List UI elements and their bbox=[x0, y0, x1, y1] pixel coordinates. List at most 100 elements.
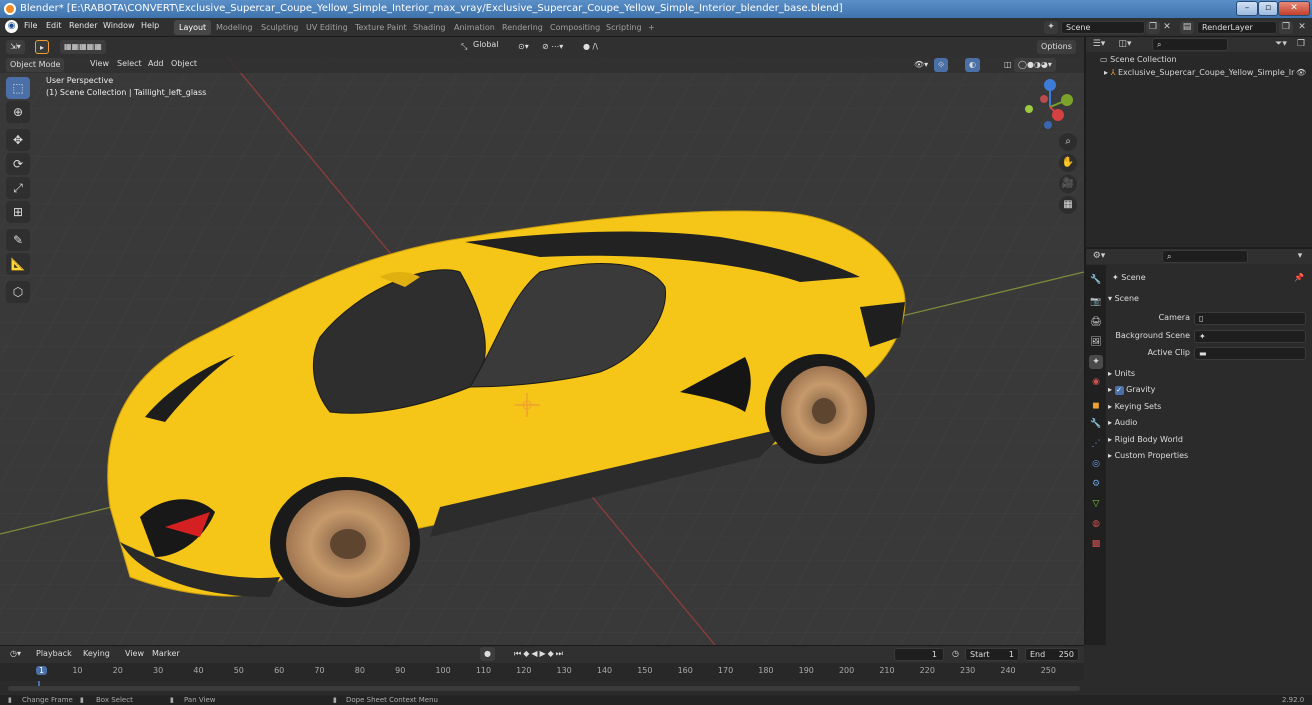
scale-tool[interactable]: ⤢ bbox=[6, 177, 30, 199]
menu-render[interactable]: Render bbox=[69, 21, 97, 30]
options-dropdown[interactable]: Options bbox=[1037, 40, 1076, 54]
renderlayer-browse-icon[interactable]: ▤ bbox=[1180, 21, 1194, 34]
constraints-tab-icon[interactable]: ⚙ bbox=[1089, 477, 1103, 491]
select-box-tool[interactable]: ⬚ bbox=[6, 77, 30, 99]
overlay-toggle-icon[interactable]: ◐ bbox=[965, 58, 980, 72]
orientation-icon[interactable]: ⤡ bbox=[457, 40, 471, 54]
world-tab-icon[interactable]: ◉ bbox=[1089, 375, 1103, 389]
pivot-icon[interactable]: ⊙▾ bbox=[514, 40, 533, 54]
maximize-button[interactable]: ▫ bbox=[1258, 1, 1278, 16]
menu-view[interactable]: View bbox=[90, 59, 109, 68]
properties-options-icon[interactable]: ▾ bbox=[1293, 250, 1307, 263]
background-scene-field[interactable]: ✦ bbox=[1194, 330, 1306, 343]
menu-help[interactable]: Help bbox=[141, 21, 159, 30]
timeline-ruler[interactable]: 1 10 20 30 40 50 60 70 80 90 100 110 120 130 140 150 160… bbox=[0, 663, 1084, 681]
properties-editor-icon[interactable]: ⚙▾ bbox=[1092, 250, 1106, 263]
texture-tab-icon[interactable]: ▩ bbox=[1089, 537, 1103, 551]
timeline-editor-icon[interactable]: ◷▾ bbox=[6, 647, 25, 661]
pin-icon[interactable]: 📌 bbox=[1294, 273, 1304, 282]
tab-sculpting[interactable]: Sculpting bbox=[256, 20, 303, 35]
custom-properties-panel[interactable]: ▸ Custom Properties bbox=[1108, 448, 1308, 463]
units-panel[interactable]: ▸ Units bbox=[1108, 366, 1308, 381]
tool-tab-icon[interactable]: 🔧 bbox=[1089, 273, 1103, 287]
tab-rendering[interactable]: Rendering bbox=[497, 20, 548, 35]
scene-browse-icon[interactable]: ✦ bbox=[1044, 21, 1058, 34]
menu-select[interactable]: Select bbox=[117, 59, 142, 68]
menu-file[interactable]: File bbox=[24, 21, 37, 30]
gizmo-toggle-icon[interactable]: ⟐ bbox=[934, 58, 949, 72]
expand-arrow-icon[interactable]: ▸ bbox=[1104, 68, 1108, 77]
camera-view-icon[interactable]: 🎥 bbox=[1059, 175, 1077, 193]
properties-search-input[interactable]: ⌕ bbox=[1162, 250, 1248, 263]
data-tab-icon[interactable]: ▽ bbox=[1089, 497, 1103, 511]
minimize-button[interactable]: – bbox=[1236, 1, 1258, 16]
playback-controls[interactable]: ⏮◆◀▶◆⏭ bbox=[510, 647, 569, 661]
render-tab-icon[interactable]: 📷 bbox=[1089, 295, 1103, 309]
end-frame-field[interactable]: End 250 bbox=[1025, 648, 1079, 661]
new-renderlayer-icon[interactable]: ❐ bbox=[1279, 21, 1293, 34]
annotate-tool[interactable]: ✎ bbox=[6, 229, 30, 251]
object-tab-icon[interactable]: ◼ bbox=[1089, 399, 1103, 413]
ortho-grid-icon[interactable]: ▦ bbox=[1059, 196, 1077, 214]
menu-add[interactable]: Add bbox=[148, 59, 164, 68]
mode-dropdown[interactable]: Object Mode bbox=[6, 58, 65, 72]
gravity-checkbox[interactable]: ✓ bbox=[1114, 386, 1124, 395]
selection-mode-icons[interactable]: ▦▦▦▦▦ bbox=[60, 40, 106, 54]
editor-type-icon[interactable]: ⇲▾ bbox=[6, 40, 25, 54]
outliner-object-row[interactable]: ▸ ⅄ Exclusive_Supercar_Coupe_Yellow_Simp… bbox=[1104, 68, 1310, 77]
3d-viewport[interactable]: ⇲▾ ▸ ▦▦▦▦▦ ⤡ Global ⊙▾ ⊘ ⋯▾ ● /\ Options… bbox=[0, 37, 1084, 645]
menu-object[interactable]: Object bbox=[171, 59, 197, 68]
rigid-body-world-panel[interactable]: ▸ Rigid Body World bbox=[1108, 432, 1308, 447]
audio-panel[interactable]: ▸ Audio bbox=[1108, 415, 1308, 430]
cursor-tool[interactable]: ⊕ bbox=[6, 101, 30, 123]
transform-tool[interactable]: ⊞ bbox=[6, 201, 30, 223]
tab-scripting[interactable]: Scripting bbox=[601, 20, 647, 35]
tab-uv-editing[interactable]: UV Editing bbox=[301, 20, 353, 35]
tab-compositing[interactable]: Compositing bbox=[545, 20, 605, 35]
current-frame-field[interactable]: 1 bbox=[894, 648, 944, 661]
pan-hand-icon[interactable]: ✋ bbox=[1059, 154, 1077, 172]
record-button[interactable]: ● bbox=[480, 647, 495, 661]
marker-menu[interactable]: Marker bbox=[152, 649, 180, 658]
add-cube-tool[interactable]: ⬡ bbox=[6, 281, 30, 303]
delete-scene-icon[interactable]: ✕ bbox=[1160, 21, 1174, 34]
scene-collection-row[interactable]: ▭ Scene Collection bbox=[1100, 55, 1177, 64]
display-mode-icon[interactable]: ◫▾ bbox=[1118, 38, 1132, 51]
zoom-icon[interactable]: ⌕ bbox=[1059, 133, 1077, 151]
tab-texture-paint[interactable]: Texture Paint bbox=[350, 20, 412, 35]
scene-tab-icon[interactable]: ✦ bbox=[1089, 355, 1103, 369]
select-tool-icon[interactable]: ▸ bbox=[35, 40, 50, 54]
physics-tab-icon[interactable]: ◎ bbox=[1089, 457, 1103, 471]
modifier-tab-icon[interactable]: 🔧 bbox=[1089, 417, 1103, 431]
start-frame-field[interactable]: Start 1 bbox=[965, 648, 1019, 661]
outliner-search-input[interactable]: ⌕ bbox=[1152, 38, 1228, 51]
rotate-tool[interactable]: ⟳ bbox=[6, 153, 30, 175]
move-tool[interactable]: ✥ bbox=[6, 129, 30, 151]
tab-shading[interactable]: Shading bbox=[408, 20, 451, 35]
keying-sets-panel[interactable]: ▸ Keying Sets bbox=[1108, 399, 1308, 414]
camera-field[interactable]: ▯ bbox=[1194, 312, 1306, 325]
delete-renderlayer-icon[interactable]: ✕ bbox=[1295, 21, 1309, 34]
timeline-view-menu[interactable]: View bbox=[125, 649, 144, 658]
scene-panel-header[interactable]: ▾ Scene bbox=[1108, 291, 1308, 306]
clock-icon[interactable]: ◷ bbox=[948, 647, 963, 661]
blender-menu-icon[interactable]: ◉ bbox=[5, 20, 18, 33]
timeline-scrollbar[interactable] bbox=[8, 686, 1080, 691]
keying-dropdown[interactable]: Keying bbox=[83, 649, 110, 658]
orientation-dropdown[interactable]: Global bbox=[473, 40, 499, 49]
close-button[interactable]: ✕ bbox=[1278, 1, 1310, 16]
gravity-panel[interactable]: ▸ ✓ Gravity bbox=[1108, 382, 1308, 397]
playback-dropdown[interactable]: Playback bbox=[36, 649, 72, 658]
visibility-icon[interactable]: 👁▾ bbox=[910, 58, 932, 72]
filter-icon[interactable]: ⏷▾ bbox=[1274, 38, 1288, 51]
snap-icon[interactable]: ⊘ ⋯▾ bbox=[538, 40, 567, 54]
tab-layout[interactable]: Layout bbox=[174, 20, 212, 35]
active-clip-field[interactable]: ▬ bbox=[1194, 347, 1306, 360]
new-scene-icon[interactable]: ❐ bbox=[1146, 21, 1160, 34]
output-tab-icon[interactable]: 🖨 bbox=[1089, 315, 1103, 329]
outliner-editor-icon[interactable]: ☰▾ bbox=[1092, 38, 1106, 51]
tab-modeling[interactable]: Modeling bbox=[211, 20, 257, 35]
add-workspace-button[interactable]: + bbox=[643, 20, 660, 35]
material-tab-icon[interactable]: ◍ bbox=[1089, 517, 1103, 531]
measure-tool[interactable]: 📐 bbox=[6, 253, 30, 275]
